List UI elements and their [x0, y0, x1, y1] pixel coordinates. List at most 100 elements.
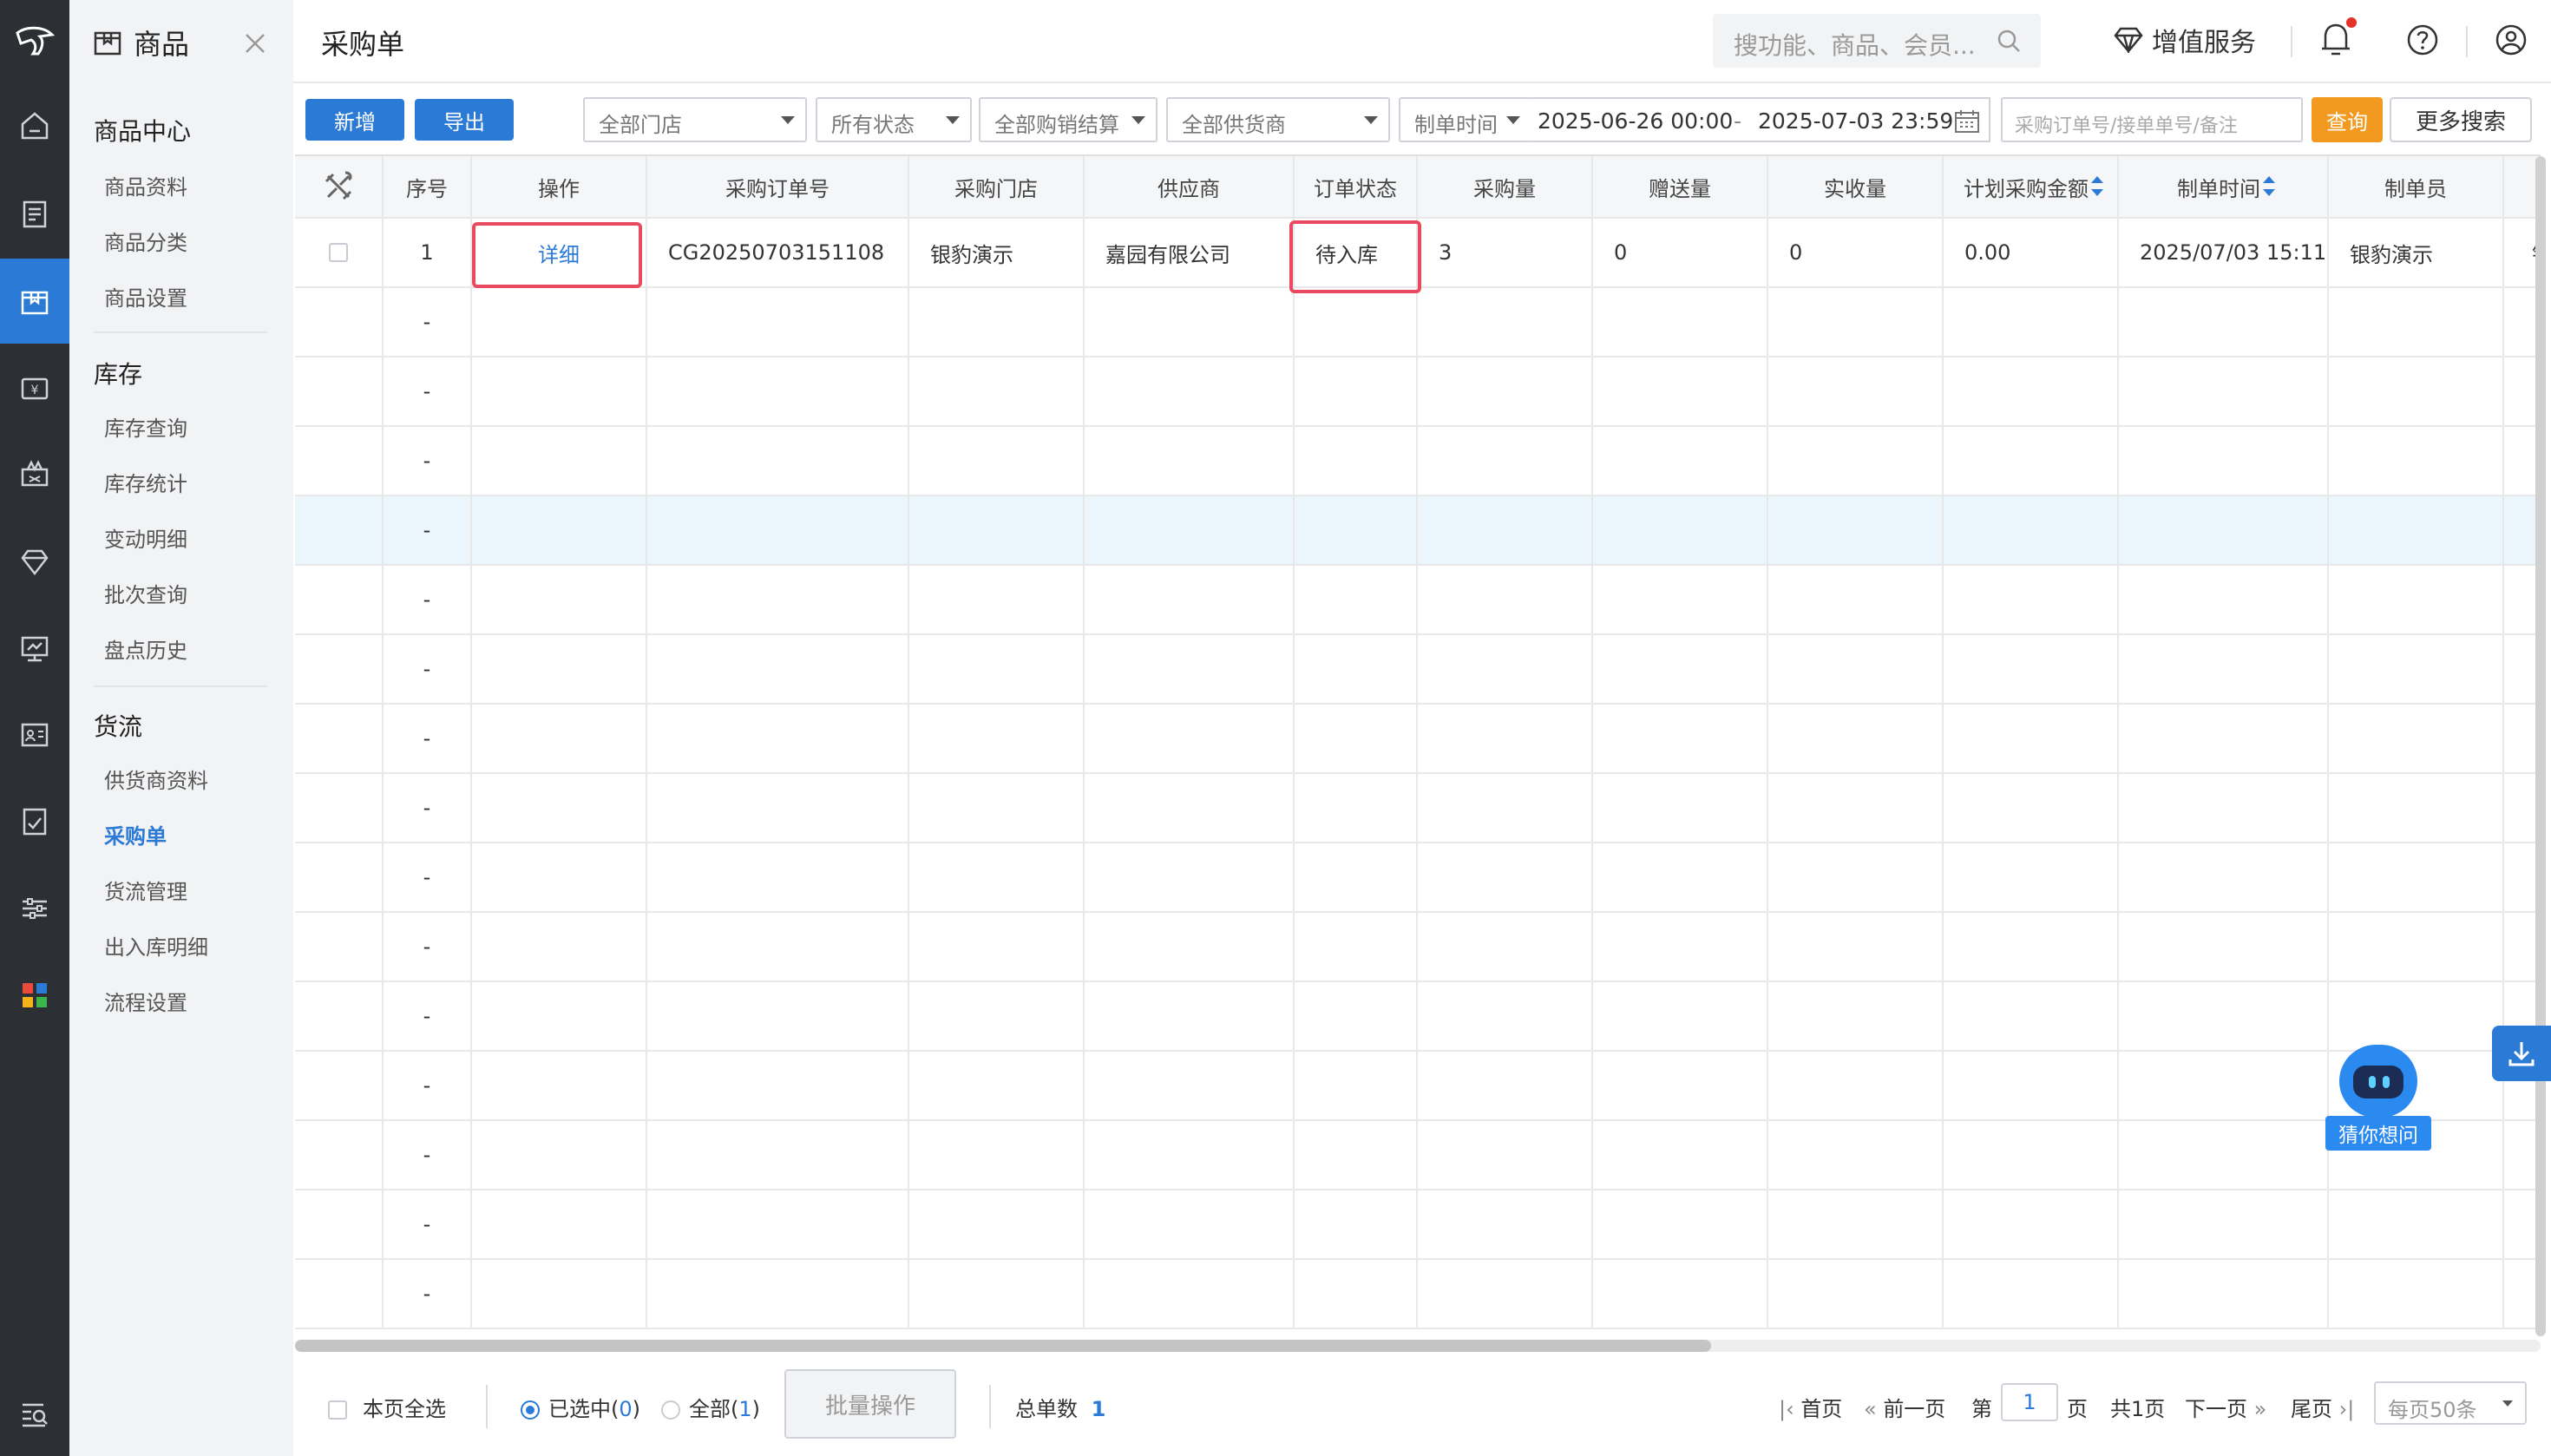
sidebar-item-process-settings[interactable]: 流程设置 — [104, 986, 187, 1016]
download-float-button[interactable] — [2492, 1026, 2551, 1081]
home-icon[interactable] — [0, 83, 69, 168]
table-cell — [2329, 1190, 2504, 1258]
search-icon[interactable] — [1996, 28, 2022, 54]
table-cell — [1593, 913, 1768, 981]
next-page-icon: » — [2247, 1397, 2267, 1421]
member-icon[interactable] — [0, 519, 69, 604]
radio-selected[interactable] — [521, 1400, 540, 1420]
supplier-filter-select[interactable]: 全部供货商 — [1166, 97, 1390, 142]
sidebar-item-stock-stats[interactable]: 库存统计 — [104, 467, 187, 497]
col-received-qty: 实收量 — [1768, 156, 1944, 217]
next-page-button[interactable]: 下一页 » — [2185, 1392, 2266, 1422]
time-type-select[interactable]: 制单时间 — [1399, 97, 1532, 142]
finance-icon[interactable] — [0, 779, 69, 864]
table-cell — [1085, 427, 1295, 495]
keyword-search-input[interactable]: 采购订单号/接单单号/备注 — [2001, 97, 2303, 142]
batch-operation-button[interactable]: 批量操作 — [784, 1369, 956, 1439]
table-cell — [1295, 774, 1418, 842]
row-checkbox-cell — [295, 219, 384, 286]
col-status: 订单状态 — [1295, 156, 1418, 217]
table-cell — [2329, 427, 2504, 495]
page-size-select[interactable]: 每页50条 — [2374, 1381, 2527, 1425]
date-end: 2025-07-03 23:59 — [1758, 108, 1954, 134]
date-range-picker[interactable]: 2025-06-26 00:00 - 2025-07-03 23:59 — [1531, 97, 1990, 142]
table-cell — [2119, 566, 2329, 633]
col-plan-amount[interactable]: 计划采购金额 — [1944, 156, 2119, 217]
table-cell — [1768, 1260, 1944, 1328]
radio-all[interactable] — [661, 1400, 680, 1420]
sidebar-item-io-detail[interactable]: 出入库明细 — [104, 930, 208, 961]
goods-icon[interactable] — [0, 259, 69, 344]
select-page-all[interactable]: 本页全选 — [328, 1392, 446, 1422]
table-cell — [295, 566, 384, 633]
export-button[interactable]: 导出 — [415, 99, 514, 141]
calendar-icon[interactable] — [1954, 109, 1980, 134]
table-cell — [909, 705, 1085, 772]
notification-dot — [2346, 17, 2357, 28]
sidebar-item-stock-query[interactable]: 库存查询 — [104, 411, 187, 442]
table-cell — [1944, 1190, 2119, 1258]
assistant-widget[interactable]: 猜你想问 — [2325, 1045, 2431, 1151]
robot-eye — [2383, 1076, 2390, 1088]
tools-icon[interactable] — [321, 169, 356, 204]
sidebar-item-logistics-mgmt[interactable]: 货流管理 — [104, 875, 187, 905]
close-icon[interactable] — [243, 24, 267, 59]
scrollbar-thumb[interactable] — [295, 1340, 1711, 1352]
prev-page-button[interactable]: « 前一页 — [1864, 1392, 1945, 1422]
logo-icon[interactable] — [0, 0, 69, 83]
cell-order-no: CG20250703151108 — [647, 219, 909, 286]
page-number-input[interactable]: 1 — [2001, 1383, 2058, 1421]
column-settings[interactable] — [295, 156, 384, 217]
status-filter-value: 所有状态 — [831, 113, 915, 137]
robot-face — [2353, 1066, 2403, 1099]
table-cell — [1944, 566, 2119, 633]
sidebar-item-batch-query[interactable]: 批次查询 — [104, 578, 187, 608]
staff-icon[interactable] — [0, 692, 69, 777]
highlight-box-action — [472, 222, 642, 288]
settlement-filter-select[interactable]: 全部购销结算 — [979, 97, 1157, 142]
table-cell — [295, 427, 384, 495]
sidebar-item-goods-category[interactable]: 商品分类 — [104, 226, 187, 256]
cashier-icon[interactable]: ¥ — [0, 345, 69, 430]
sidebar-item-purchase-order[interactable]: 采购单 — [104, 819, 167, 849]
help-icon[interactable] — [2405, 21, 2440, 59]
global-search-input[interactable]: 搜功能、商品、会员... — [1713, 14, 2041, 68]
table-cell — [2119, 357, 2329, 425]
row-checkbox[interactable] — [329, 243, 348, 262]
selected-radio[interactable]: 已选中(0) — [521, 1392, 640, 1422]
apps-icon[interactable] — [0, 953, 69, 1038]
cell-index: - — [384, 566, 472, 633]
horizontal-scrollbar[interactable] — [295, 1340, 2541, 1352]
table-cell — [1768, 288, 1944, 356]
first-page-label: 首页 — [1800, 1397, 1843, 1421]
receipt-icon[interactable] — [0, 172, 69, 257]
sidebar-item-change-detail[interactable]: 变动明细 — [104, 522, 187, 553]
sidebar-item-goods-settings[interactable]: 商品设置 — [104, 281, 187, 312]
table-cell — [472, 496, 647, 564]
cell-index: 1 — [384, 219, 472, 286]
sidebar-item-goods-info[interactable]: 商品资料 — [104, 170, 187, 200]
all-radio[interactable]: 全部(1) — [661, 1392, 760, 1422]
search-menu-icon[interactable] — [0, 1371, 69, 1456]
add-button[interactable]: 新增 — [305, 99, 404, 141]
first-page-button[interactable]: |‹ 首页 — [1779, 1392, 1842, 1422]
table-cell — [472, 1190, 647, 1258]
col-supplier: 供应商 — [1085, 156, 1295, 217]
store-filter-select[interactable]: 全部门店 — [583, 97, 807, 142]
table-cell — [1768, 774, 1944, 842]
value-service-button[interactable]: 增值服务 — [2114, 21, 2256, 59]
last-page-button[interactable]: 尾页 ›| — [2291, 1392, 2354, 1422]
more-search-button[interactable]: 更多搜索 — [2390, 97, 2532, 142]
settings-icon[interactable] — [0, 866, 69, 951]
table-cell — [295, 1190, 384, 1258]
col-created-at[interactable]: 制单时间 — [2119, 156, 2329, 217]
vertical-scrollbar[interactable] — [2535, 156, 2546, 1336]
sidebar-item-supplier-info[interactable]: 供货商资料 — [104, 764, 208, 794]
promotion-icon[interactable] — [0, 432, 69, 517]
user-icon[interactable] — [2494, 21, 2528, 59]
query-button[interactable]: 查询 — [2312, 97, 2383, 142]
report-icon[interactable] — [0, 606, 69, 691]
select-page-checkbox[interactable] — [328, 1400, 347, 1420]
sidebar-item-inventory-history[interactable]: 盘点历史 — [104, 633, 187, 664]
status-filter-select[interactable]: 所有状态 — [816, 97, 972, 142]
